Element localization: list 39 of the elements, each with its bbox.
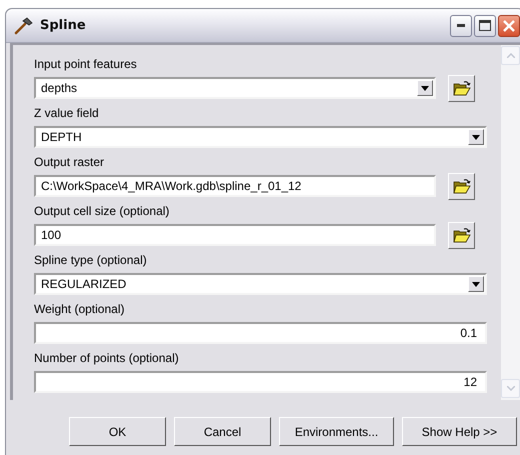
browse-button[interactable] — [448, 222, 475, 248]
folder-icon — [452, 228, 470, 242]
browse-button[interactable] — [448, 74, 475, 102]
input-field[interactable]: C:\WorkSpace\4_MRA\Work.gdb\spline_r_01_12 — [34, 175, 436, 197]
field-value: 0.1 — [459, 326, 478, 340]
dialog-button[interactable]: Show Help >> — [402, 417, 517, 446]
field-value: C:\WorkSpace\4_MRA\Work.gdb\spline_r_01_12 — [40, 179, 302, 193]
dropdown-field[interactable]: DEPTH — [34, 126, 487, 148]
field-value: 100 — [40, 228, 62, 242]
maximize-button[interactable] — [474, 14, 496, 36]
maximize-icon — [479, 20, 491, 31]
hammer-icon — [14, 16, 34, 34]
field-label: Spline type (optional) — [34, 252, 148, 269]
field-label: Input point features — [34, 56, 138, 73]
dialog-button[interactable]: Environments... — [279, 417, 394, 446]
field-label: Output raster — [34, 154, 106, 171]
dialog-button[interactable]: Cancel — [174, 417, 271, 446]
minimize-button[interactable] — [450, 14, 472, 36]
field-label: Output cell size (optional) — [34, 203, 170, 220]
field-label: Z value field — [34, 105, 100, 122]
field-value: DEPTH — [40, 130, 83, 144]
input-field[interactable]: 0.1 — [34, 322, 487, 344]
dropdown-field[interactable]: depths — [34, 77, 436, 99]
field-value: depths — [40, 81, 78, 95]
browse-button[interactable] — [448, 172, 475, 200]
close-icon — [503, 20, 515, 32]
input-field[interactable]: 100 — [34, 224, 436, 246]
field-label: Number of points (optional) — [34, 350, 180, 367]
folder-icon — [452, 178, 470, 194]
window-title: Spline — [40, 18, 87, 33]
input-field[interactable]: 12 — [34, 371, 487, 393]
field-value: REGULARIZED — [40, 277, 128, 291]
close-button[interactable] — [498, 14, 520, 36]
minimize-icon — [457, 24, 465, 27]
folder-icon — [452, 80, 470, 96]
field-value: 12 — [462, 375, 478, 389]
dropdown-field[interactable]: REGULARIZED — [34, 273, 487, 295]
dialog-button[interactable]: OK — [69, 417, 166, 446]
field-label: Weight (optional) — [34, 301, 126, 318]
